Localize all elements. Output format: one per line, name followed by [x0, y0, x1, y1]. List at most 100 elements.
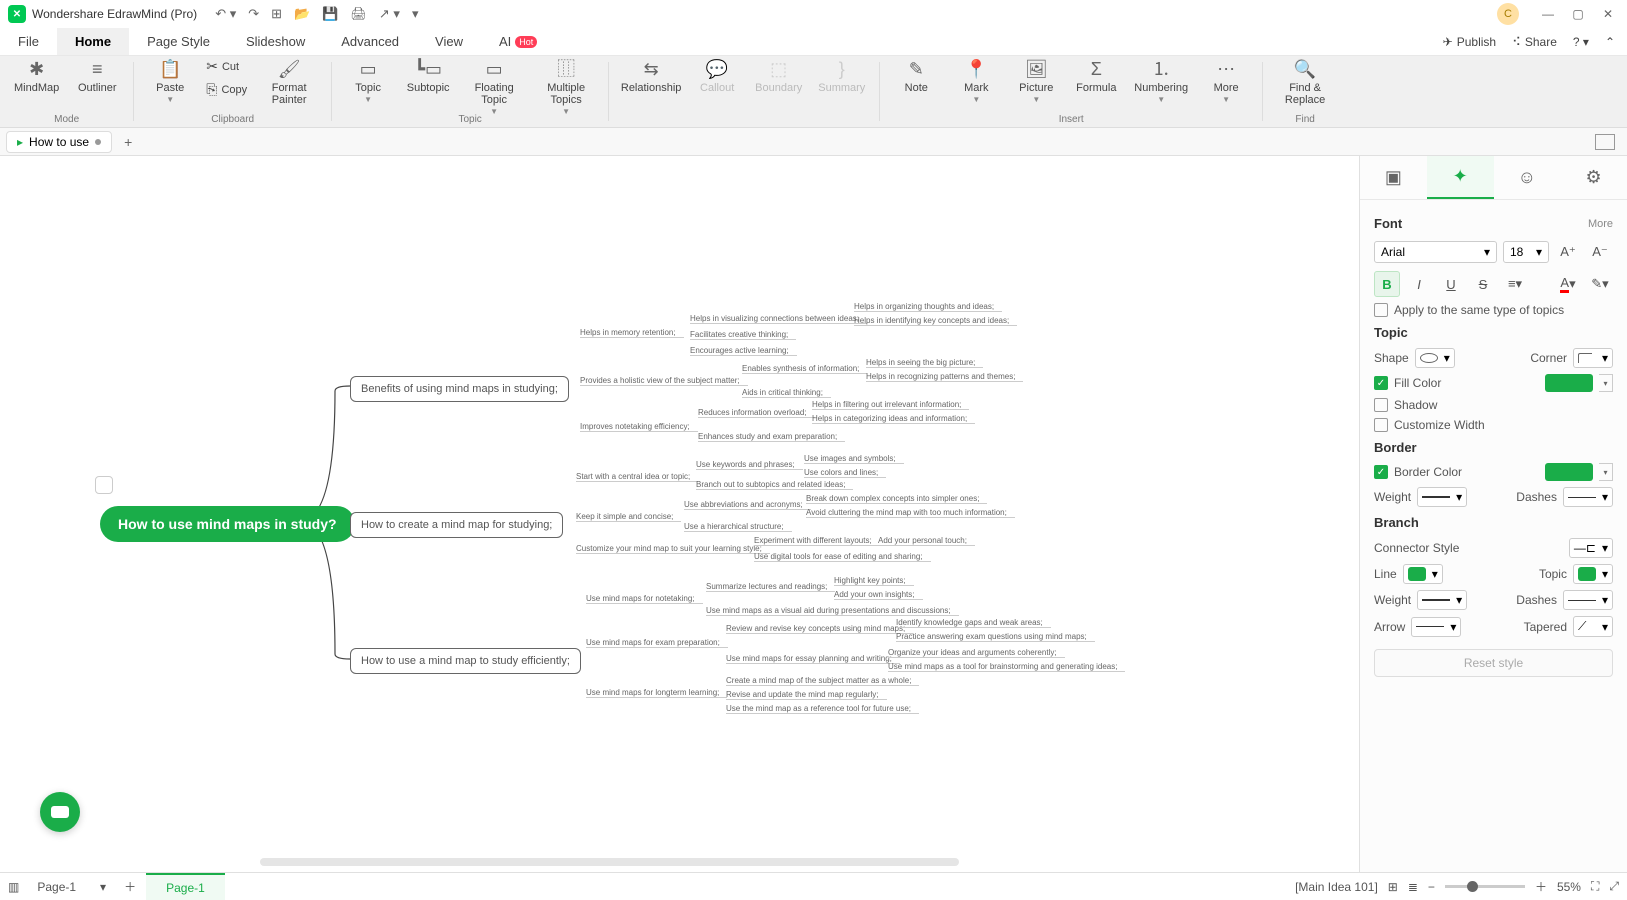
undo-icon[interactable]: ↶ ▾: [215, 6, 236, 22]
sub[interactable]: Helps in organizing thoughts and ideas;: [854, 302, 994, 311]
sub[interactable]: Use mind maps for exam preparation;: [586, 638, 720, 647]
font-size-select[interactable]: 18▾: [1503, 241, 1549, 263]
assistant-bubble[interactable]: [40, 792, 80, 832]
sub[interactable]: Helps in recognizing patterns and themes…: [866, 372, 1015, 381]
save-icon[interactable]: 💾: [322, 6, 338, 22]
more-insert-button[interactable]: ⋯More▼: [1198, 56, 1254, 109]
sub[interactable]: Use mind maps for notetaking;: [586, 594, 695, 603]
sub[interactable]: Create a mind map of the subject matter …: [726, 676, 911, 685]
page-1-tab[interactable]: Page-1: [146, 873, 225, 900]
find-replace-button[interactable]: 🔍Find & Replace: [1271, 56, 1339, 110]
font-decrease-button[interactable]: A⁻: [1587, 239, 1613, 265]
outliner-mode-button[interactable]: ≡Outliner: [69, 56, 125, 98]
branch-benefits[interactable]: Benefits of using mind maps in studying;: [350, 376, 569, 402]
fullscreen-icon[interactable]: ⤢: [1609, 879, 1619, 894]
line-color-select[interactable]: ▾: [1403, 564, 1443, 584]
sub[interactable]: Break down complex concepts into simpler…: [806, 494, 979, 503]
menu-home[interactable]: Home: [57, 28, 129, 55]
zoom-slider[interactable]: [1445, 885, 1525, 888]
sub[interactable]: Encourages active learning;: [690, 346, 789, 355]
sub[interactable]: Use the mind map as a reference tool for…: [726, 704, 911, 713]
reset-style-button[interactable]: Reset style: [1374, 649, 1613, 677]
copy-button[interactable]: ⎘Copy: [202, 79, 251, 100]
font-more-link[interactable]: More: [1588, 218, 1613, 230]
tapered-select[interactable]: ⟋▾: [1573, 616, 1613, 637]
view-list-icon[interactable]: ≣: [1408, 880, 1418, 894]
redo-icon[interactable]: ↷: [248, 6, 259, 22]
sub[interactable]: Add your own insights;: [834, 590, 915, 599]
sub[interactable]: Use digital tools for ease of editing an…: [754, 552, 923, 561]
branch-efficient[interactable]: How to use a mind map to study efficient…: [350, 648, 581, 674]
sub[interactable]: Reduces information overload;: [698, 408, 807, 417]
sub[interactable]: Identify knowledge gaps and weak areas;: [896, 618, 1043, 627]
panel-tab-icon[interactable]: ☺: [1494, 156, 1561, 199]
sub[interactable]: Improves notetaking efficiency;: [580, 422, 690, 431]
connector-select[interactable]: —⊏▾: [1569, 538, 1613, 558]
sub[interactable]: Use mind maps as a visual aid during pre…: [706, 606, 951, 615]
sub[interactable]: Helps in identifying key concepts and id…: [854, 316, 1009, 325]
bold-button[interactable]: B: [1374, 271, 1400, 297]
sub[interactable]: Experiment with different layouts;: [754, 536, 872, 545]
arrow-select[interactable]: ▾: [1411, 617, 1461, 637]
open-icon[interactable]: 📂: [294, 6, 310, 22]
sub[interactable]: Summarize lectures and readings;: [706, 582, 827, 591]
panel-tab-layout[interactable]: ▣: [1360, 156, 1427, 199]
apply-same-check[interactable]: [1374, 303, 1388, 317]
add-page-button[interactable]: ＋: [124, 878, 136, 895]
sub[interactable]: Practice answering exam questions using …: [896, 632, 1087, 641]
underline-button[interactable]: U: [1438, 271, 1464, 297]
sub[interactable]: Avoid cluttering the mind map with too m…: [806, 508, 1007, 517]
sub[interactable]: Highlight key points;: [834, 576, 906, 585]
panel-tab-settings[interactable]: ⚙: [1560, 156, 1627, 199]
pages-icon[interactable]: ▥: [8, 880, 19, 894]
branch-weight-select[interactable]: ▾: [1417, 590, 1467, 610]
minimize-icon[interactable]: —: [1537, 3, 1559, 25]
sub[interactable]: Add your personal touch;: [878, 536, 967, 545]
sub[interactable]: Review and revise key concepts using min…: [726, 624, 905, 633]
branch-topic-color-select[interactable]: ▾: [1573, 564, 1613, 584]
branch-dashes-select[interactable]: ▾: [1563, 590, 1613, 610]
sub[interactable]: Organize your ideas and arguments cohere…: [888, 648, 1057, 657]
sub[interactable]: Keep it simple and concise;: [576, 512, 673, 521]
formula-button[interactable]: ΣFormula: [1068, 56, 1124, 98]
highlight-button[interactable]: ✎▾: [1587, 271, 1613, 297]
floating-topic-button[interactable]: ▭Floating Topic▼: [460, 56, 528, 121]
fill-color-swatch[interactable]: [1545, 374, 1593, 392]
topic-button[interactable]: ▭Topic▼: [340, 56, 396, 109]
sub[interactable]: Use mind maps for longterm learning;: [586, 688, 719, 697]
fit-icon[interactable]: ⛶: [1591, 879, 1599, 894]
italic-button[interactable]: I: [1406, 271, 1432, 297]
sub[interactable]: Customize your mind map to suit your lea…: [576, 544, 762, 553]
subtopic-button[interactable]: ┗▭Subtopic: [400, 56, 456, 98]
export-icon[interactable]: ↗ ▾: [379, 6, 400, 22]
user-avatar[interactable]: C: [1497, 3, 1519, 25]
customize-width-check[interactable]: [1374, 418, 1388, 432]
numbering-button[interactable]: ⒈Numbering▼: [1128, 56, 1194, 109]
border-dashes-select[interactable]: ▾: [1563, 487, 1613, 507]
view-grid-icon[interactable]: ⊞: [1388, 880, 1398, 894]
sub[interactable]: Use mind maps for essay planning and wri…: [726, 654, 892, 663]
fill-color-dd[interactable]: ▾: [1599, 374, 1613, 392]
font-family-select[interactable]: Arial▾: [1374, 241, 1497, 263]
sub[interactable]: Provides a holistic view of the subject …: [580, 376, 740, 385]
sub[interactable]: Helps in visualizing connections between…: [690, 314, 859, 323]
cut-button[interactable]: ✂Cut: [202, 56, 251, 77]
border-color-dd[interactable]: ▾: [1599, 463, 1613, 481]
h-scrollbar[interactable]: [260, 858, 959, 866]
menu-ai[interactable]: AIHot: [481, 28, 555, 55]
picture-button[interactable]: 🖼Picture▼: [1008, 56, 1064, 109]
align-button[interactable]: ≡▾: [1502, 271, 1528, 297]
root-node[interactable]: How to use mind maps in study?: [100, 506, 355, 542]
new-icon[interactable]: ⊞: [271, 6, 282, 22]
border-color-check[interactable]: ✓: [1374, 465, 1388, 479]
sub[interactable]: Use abbreviations and acronyms;: [684, 500, 803, 509]
menu-view[interactable]: View: [417, 28, 481, 55]
print-icon[interactable]: 🖨: [350, 6, 367, 22]
sub[interactable]: Enhances study and exam preparation;: [698, 432, 837, 441]
paste-button[interactable]: 📋Paste▼: [142, 56, 198, 109]
shape-select[interactable]: ▾: [1415, 348, 1455, 368]
toggle-panel-icon[interactable]: [1595, 134, 1615, 150]
sub[interactable]: Facilitates creative thinking;: [690, 330, 788, 339]
node-handle-icon[interactable]: [95, 476, 113, 494]
note-button[interactable]: ✎Note: [888, 56, 944, 98]
